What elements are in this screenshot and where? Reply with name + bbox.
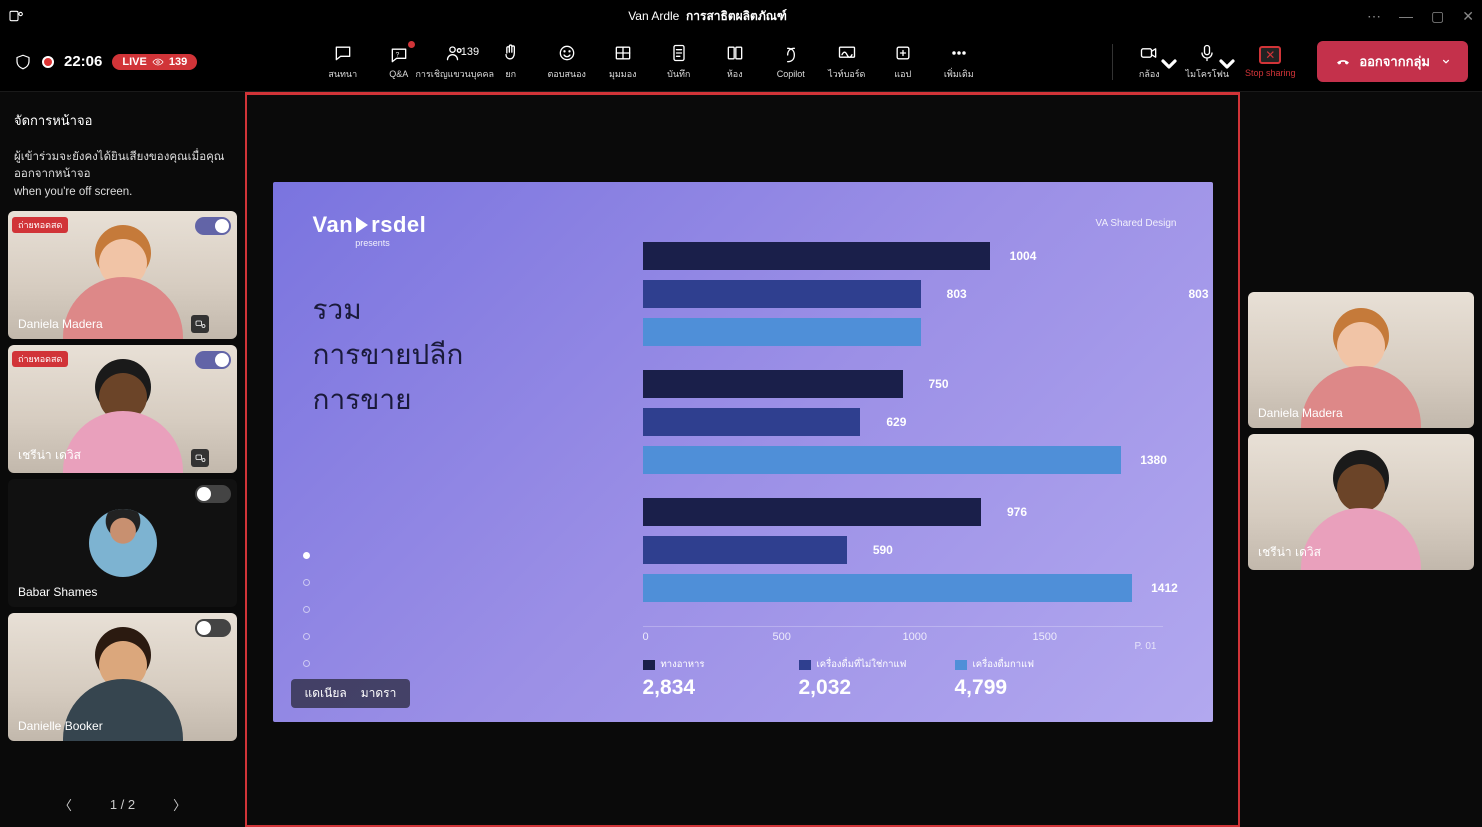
leave-button[interactable]: ออกจากกลุ่ม — [1317, 41, 1468, 82]
window-min-icon[interactable]: ― — [1399, 8, 1413, 24]
app-logo-icon — [8, 8, 24, 24]
chevron-down-icon[interactable] — [1442, 58, 1450, 66]
apps-button[interactable]: แอป — [878, 36, 928, 88]
rooms-button[interactable]: ห้อง — [710, 36, 760, 88]
spotlight-icon[interactable] — [191, 315, 209, 333]
call-timer: 22:06 — [64, 53, 102, 70]
slide-nav-dots — [303, 552, 310, 667]
slide-tag: VA Shared Design — [1096, 218, 1177, 229]
camera-button[interactable]: กล้อง — [1121, 43, 1177, 81]
participant-name: Danielle Booker — [14, 717, 107, 735]
window-close-icon[interactable]: ✕ — [1462, 8, 1474, 25]
stop-sharing-button[interactable]: ✕ Stop sharing — [1237, 46, 1303, 78]
live-badge[interactable]: LIVE 139 — [112, 54, 197, 70]
pager-next[interactable]: 〉 — [173, 795, 186, 814]
thumb-pager: 〈 1 / 2 〉 — [0, 781, 245, 827]
shared-content-stage: Vanrsdel presents VA Shared Design รวม ก… — [245, 92, 1240, 827]
svg-text:?: ? — [395, 51, 399, 58]
participant-name: Daniela Madera — [14, 315, 107, 333]
panel-title: จัดการหน้าจอ — [14, 110, 231, 131]
raise-hand-button[interactable]: ยก — [486, 36, 536, 88]
slide-bar-chart: 1004803803750629138097659014120500100015… — [643, 242, 1163, 700]
participant-name: เชรีน่า เดวิส — [14, 444, 85, 467]
slide-presents: presents — [313, 238, 433, 248]
meeting-toolbar: 22:06 LIVE 139 สนทนา ?Q&A 139การเชิญแขวน… — [0, 32, 1482, 92]
participant-thumb[interactable]: ถ่ายทอดสด Daniela Madera — [8, 211, 237, 339]
notes-button[interactable]: บันทึก — [654, 36, 704, 88]
window-min-icon[interactable]: ⋯ — [1367, 8, 1381, 25]
chevron-down-icon[interactable] — [1159, 55, 1179, 75]
spotlight-toggle[interactable] — [195, 351, 231, 369]
live-tag: ถ่ายทอดสด — [12, 351, 68, 367]
manage-screen-panel: จัดการหน้าจอ ผู้เข้าร่วมจะยังคงได้ยินเสี… — [0, 92, 245, 827]
presentation-slide: Vanrsdel presents VA Shared Design รวม ก… — [273, 182, 1213, 722]
react-button[interactable]: ตอบสนอง — [542, 36, 592, 88]
spotlight-toggle[interactable] — [195, 485, 231, 503]
spotlight-toggle[interactable] — [195, 217, 231, 235]
participant-name: Daniela Madera — [1254, 404, 1347, 422]
presenter-name-pill: แดเนียลมาดรา — [291, 679, 411, 708]
more-button[interactable]: เพิ่มเติม — [934, 36, 984, 88]
eye-icon — [152, 56, 164, 68]
slide-page-num: P. 01 — [1134, 641, 1156, 652]
encryption-icon[interactable] — [14, 53, 32, 71]
copilot-button[interactable]: Copilot — [766, 36, 816, 88]
phone-hangup-icon — [1335, 54, 1351, 70]
title-bar: Van Ardle การสาธิตผลิตภัณฑ์ ⋯ ― ▢ ✕ — [0, 0, 1482, 32]
spotlight-video-thumb[interactable]: Daniela Madera — [1248, 292, 1474, 428]
participant-thumb[interactable]: Danielle Booker — [8, 613, 237, 741]
window-max-icon[interactable]: ▢ — [1431, 8, 1444, 25]
mic-button[interactable]: ไมโครโฟน — [1179, 43, 1235, 81]
slide-brand: Vanrsdel — [313, 212, 1173, 238]
live-tag: ถ่ายทอดสด — [12, 217, 68, 233]
spotlight-video-thumb[interactable]: เชรีน่า เดวิส — [1248, 434, 1474, 570]
participant-thumb[interactable]: ถ่ายทอดสดเชรีน่า เดวิส — [8, 345, 237, 473]
participant-name: Babar Shames — [14, 583, 101, 601]
recording-dot-icon — [42, 56, 54, 68]
view-button[interactable]: มุมมอง — [598, 36, 648, 88]
participant-name: เชรีน่า เดวิส — [1254, 541, 1325, 564]
pager-position: 1 / 2 — [110, 797, 135, 812]
spotlight-icon[interactable] — [191, 449, 209, 467]
pager-prev[interactable]: 〈 — [59, 795, 72, 814]
participant-thumb[interactable]: Babar Shames — [8, 479, 237, 607]
spotlight-toggle[interactable] — [195, 619, 231, 637]
people-button[interactable]: 139การเชิญแขวนบุคคล — [430, 36, 480, 88]
chat-button[interactable]: สนทนา — [318, 36, 368, 88]
panel-subtitle: ผู้เข้าร่วมจะยังคงได้ยินเสียงของคุณเมื่อ… — [14, 149, 231, 201]
meeting-title: Van Ardle การสาธิตผลิตภัณฑ์ — [48, 7, 1367, 26]
whiteboard-button[interactable]: ไวท์บอร์ด — [822, 36, 872, 88]
right-video-rail: Daniela Madera เชรีน่า เดวิส — [1240, 92, 1482, 827]
chevron-down-icon[interactable] — [1217, 55, 1237, 75]
